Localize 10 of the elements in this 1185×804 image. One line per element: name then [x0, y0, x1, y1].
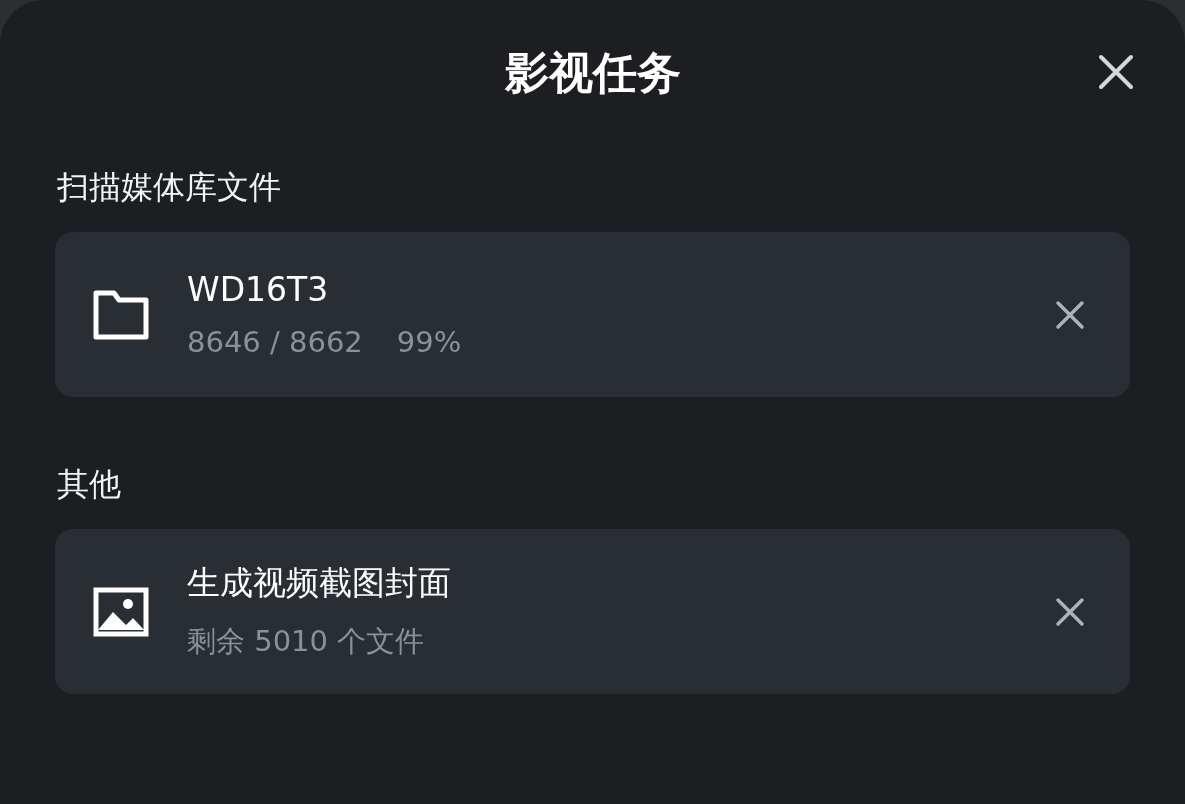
section-label: 扫描媒体库文件	[57, 167, 282, 208]
image-icon	[93, 586, 149, 637]
task-name: 生成视频截图封面	[187, 562, 452, 604]
remove-button[interactable]	[1055, 596, 1085, 627]
dialog-title: 影视任务	[504, 45, 681, 100]
close-button[interactable]	[1098, 54, 1134, 90]
section-label: 其他	[57, 464, 122, 505]
remove-button[interactable]	[1055, 299, 1085, 330]
task-name: WD16T3	[187, 270, 330, 309]
folder-icon	[93, 289, 149, 340]
